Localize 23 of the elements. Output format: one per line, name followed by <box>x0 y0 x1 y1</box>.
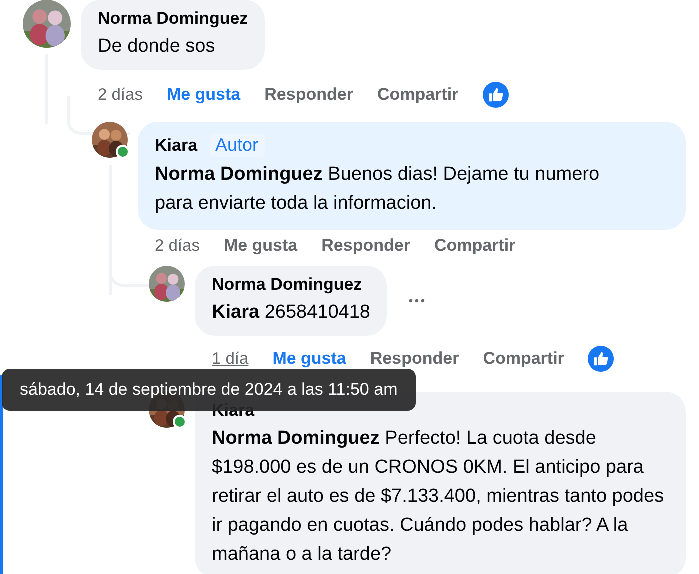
reply-button[interactable]: Responder <box>322 236 410 256</box>
comment-text: De donde sos <box>98 35 216 59</box>
reply-button[interactable]: Responder <box>264 85 354 105</box>
author-name[interactable]: Norma Dominguez <box>212 275 362 295</box>
comment-text: Norma Dominguez Perfecto! La cuota desde $198.000 es de un CRONOS 0KM. El anticipo para retirar el auto es de $7.133.400, mientras tanto podes ir pagando en cuotas. Cuándo podes hablar? A la mañana o a la tarde? <box>212 427 666 567</box>
like-button[interactable]: Me gusta <box>224 236 298 256</box>
share-button[interactable]: Compartir <box>434 236 516 256</box>
author-name[interactable]: Norma Dominguez <box>98 9 248 29</box>
comment-time[interactable]: 1 día <box>212 350 249 368</box>
comment-time[interactable]: 2 días <box>98 86 143 104</box>
like-reaction-icon[interactable] <box>588 346 614 372</box>
author-name[interactable]: Kiara <box>155 136 198 156</box>
share-button[interactable]: Compartir <box>483 349 564 369</box>
like-reaction-icon[interactable] <box>482 82 509 108</box>
author-badge: Autor <box>210 134 265 157</box>
like-button[interactable]: Me gusta <box>272 349 346 369</box>
reply-button[interactable]: Responder <box>370 349 460 369</box>
more-icon[interactable] <box>409 299 426 303</box>
comment-text: Norma Dominguez Buenos dias! Dejame tu numero para enviarte toda la informacion. <box>155 163 601 216</box>
comment-time[interactable]: 2 días <box>155 236 200 256</box>
like-button[interactable]: Me gusta <box>166 85 241 105</box>
share-button[interactable]: Compartir <box>377 85 459 105</box>
comment-text: Kiara 2658410418 <box>212 301 370 325</box>
